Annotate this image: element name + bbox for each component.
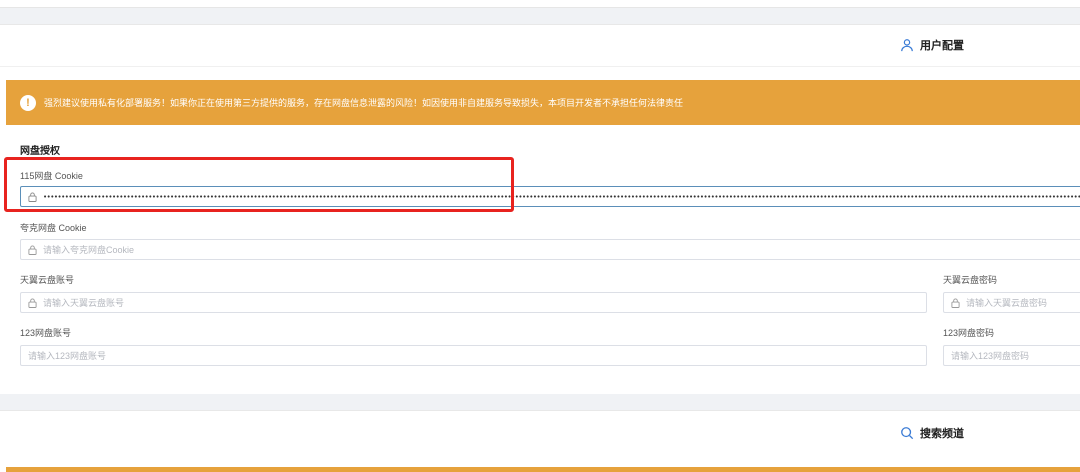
tianyi-account-label: 天翼云盘账号 (20, 275, 75, 285)
pan123-password-label: 123网盘密码 (943, 328, 995, 338)
tianyi-account-input[interactable]: 请输入天翼云盘账号 (20, 292, 927, 313)
warning-text: 强烈建议使用私有化部署服务！如果你正在使用第三方提供的服务，存在网盘信息泄露的风… (44, 98, 684, 108)
cookie-115-value: ••••••••••••••••••••••••••••••••••••••••… (43, 192, 1080, 201)
user-config-tab[interactable]: 用户配置 (900, 37, 964, 53)
exclamation-icon: ! (20, 94, 36, 111)
cookie-115-input[interactable]: ••••••••••••••••••••••••••••••••••••••••… (20, 186, 1080, 207)
quark-cookie-label: 夸克网盘 Cookie (20, 223, 87, 233)
search-channels-title: 搜索频道 (920, 428, 964, 440)
tianyi-password-input[interactable]: 请输入天翼云盘密码 (943, 292, 1080, 313)
user-config-card: 用户配置 ! 强烈建议使用私有化部署服务！如果你正在使用第三方提供的服务，存在网… (0, 24, 1080, 394)
lock-icon (28, 245, 37, 255)
pan123-password-input[interactable]: 请输入123网盘密码 (943, 345, 1080, 366)
tianyi-password-placeholder: 请输入天翼云盘密码 (966, 298, 1048, 308)
top-card-edge (0, 0, 1080, 8)
quark-cookie-placeholder: 请输入夸克网盘Cookie (43, 245, 135, 255)
search-channels-card: 搜索频道 (0, 410, 1080, 472)
user-config-title: 用户配置 (920, 40, 964, 52)
user-config-header: 用户配置 (0, 25, 1080, 67)
lock-icon (951, 298, 960, 308)
pan123-account-placeholder: 请输入123网盘账号 (28, 351, 107, 361)
tianyi-account-placeholder: 请输入天翼云盘账号 (43, 298, 125, 308)
user-icon (901, 39, 913, 52)
tianyi-password-label: 天翼云盘密码 (943, 275, 998, 285)
pan123-account-input[interactable]: 请输入123网盘账号 (20, 345, 927, 366)
pan123-password-placeholder: 请输入123网盘密码 (951, 351, 1030, 361)
warning-alert: ! 强烈建议使用私有化部署服务！如果你正在使用第三方提供的服务，存在网盘信息泄露… (6, 80, 1080, 125)
lock-icon (28, 192, 37, 202)
cookie-115-label: 115网盘 Cookie (20, 171, 83, 181)
section-title-disk-auth: 网盘授权 (20, 146, 60, 157)
warning-alert-partial (6, 467, 1080, 472)
search-channels-tab[interactable]: 搜索频道 (900, 425, 964, 441)
lock-icon (28, 298, 37, 308)
pan123-account-label: 123网盘账号 (20, 328, 72, 338)
search-icon (901, 427, 914, 440)
quark-cookie-input[interactable]: 请输入夸克网盘Cookie (20, 239, 1080, 260)
